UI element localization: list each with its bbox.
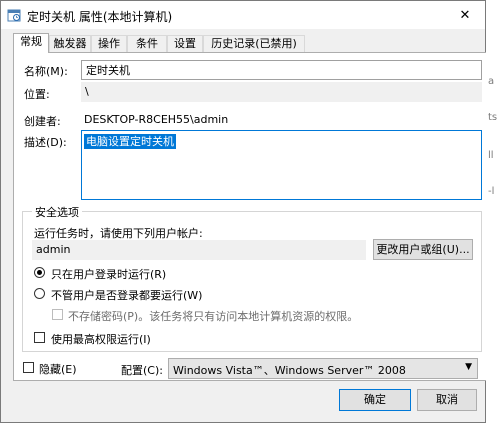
highest-privileges-checkbox[interactable]: [34, 332, 45, 343]
tab-actions[interactable]: 操作: [91, 35, 127, 52]
tab-triggers[interactable]: 触发器: [49, 35, 91, 52]
description-label: 描述(D):: [24, 136, 67, 149]
no-store-password-checkbox[interactable]: [52, 309, 63, 320]
background-window-fragment: a ts ll -l: [486, 0, 500, 423]
configure-dropdown[interactable]: Windows Vista™、Windows Server™ 2008 ▼: [168, 358, 478, 379]
general-tab-panel: 名称(M): 定时关机 位置: \ 创建者: DESKTOP-R8CEH55\a…: [13, 52, 489, 381]
no-store-password-label: 不存储密码(P)。该任务将只有访问本地计算机资源的权限。: [68, 310, 359, 323]
radio-run-whether-logged[interactable]: [34, 288, 45, 299]
description-selected-text: 电脑设置定时关机: [84, 134, 176, 149]
configure-label: 配置(C):: [121, 364, 163, 377]
name-label: 名称(M):: [24, 65, 68, 78]
close-button[interactable]: ✕: [445, 1, 485, 29]
tab-general[interactable]: 常规: [13, 33, 49, 53]
author-value: DESKTOP-R8CEH55\admin: [84, 113, 229, 126]
author-label: 创建者:: [24, 115, 61, 128]
highest-privileges-label[interactable]: 使用最高权限运行(I): [51, 331, 151, 347]
radio-run-logged-on[interactable]: [34, 267, 45, 278]
tab-settings[interactable]: 设置: [167, 35, 203, 52]
background-fragment-text: a: [488, 76, 495, 87]
radio-run-whether-logged-label[interactable]: 不管用户是否登录都要运行(W): [51, 287, 202, 303]
task-properties-dialog: 定时关机 属性(本地计算机) ✕ 常规 触发器 操作 条件 设置 历史记录(已禁…: [0, 0, 489, 423]
window-title: 定时关机 属性(本地计算机): [27, 10, 173, 24]
location-label: 位置:: [24, 88, 50, 101]
run-as-label: 运行任务时，请使用下列用户帐户:: [34, 227, 203, 240]
chevron-down-icon: ▼: [465, 362, 472, 372]
background-fragment-text: -l: [488, 186, 495, 197]
cancel-button[interactable]: 取消: [417, 389, 477, 411]
user-account-field: admin: [32, 240, 366, 260]
hidden-label[interactable]: 隐藏(E): [39, 361, 77, 377]
background-fragment-text: ts: [488, 112, 498, 123]
location-field: \: [81, 82, 482, 102]
hidden-checkbox[interactable]: [23, 362, 34, 373]
task-scheduler-icon: [7, 9, 21, 22]
radio-selected-dot: [37, 270, 42, 275]
tab-history[interactable]: 历史记录(已禁用): [203, 35, 305, 52]
background-fragment-text: ll: [488, 150, 494, 161]
ok-button[interactable]: 确定: [339, 389, 411, 411]
security-options-title: 安全选项: [32, 204, 82, 220]
close-icon: ✕: [459, 7, 471, 23]
title-bar: 定时关机 属性(本地计算机) ✕: [1, 1, 485, 29]
description-textarea[interactable]: 电脑设置定时关机: [81, 130, 482, 200]
radio-run-logged-on-label[interactable]: 只在用户登录时运行(R): [51, 266, 166, 282]
tab-conditions[interactable]: 条件: [127, 35, 167, 52]
name-field[interactable]: 定时关机: [81, 60, 482, 80]
configure-dropdown-value: Windows Vista™、Windows Server™ 2008: [173, 364, 406, 377]
change-user-button[interactable]: 更改用户或组(U)...: [373, 239, 473, 260]
